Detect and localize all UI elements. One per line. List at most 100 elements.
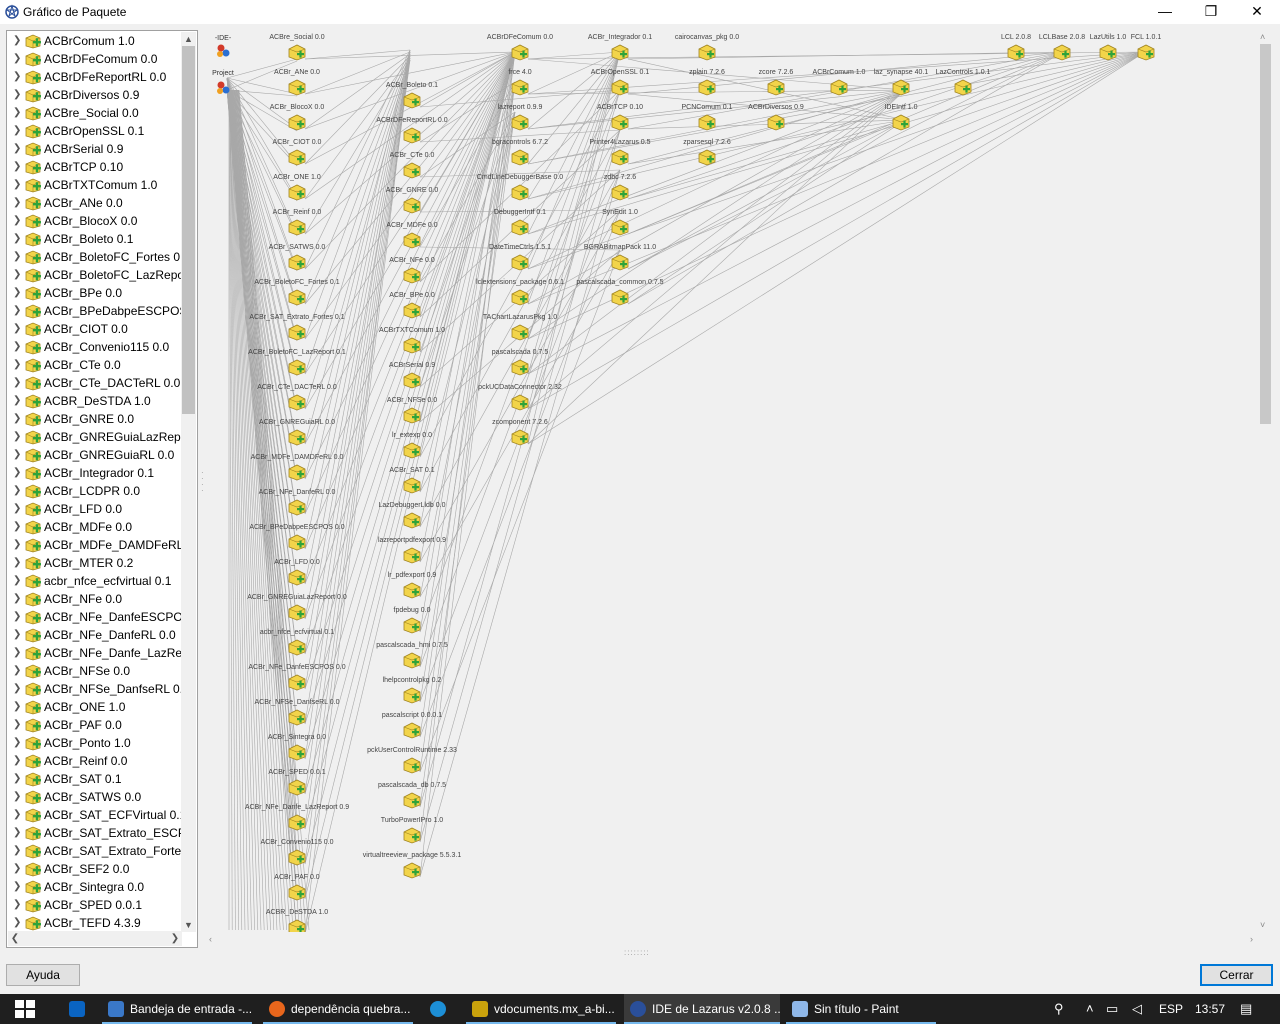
chevron-right-icon[interactable]: ❯ xyxy=(13,665,21,676)
package-node-icon[interactable] xyxy=(611,254,629,271)
chevron-right-icon[interactable]: ❯ xyxy=(13,827,21,838)
package-node-icon[interactable] xyxy=(288,499,306,516)
tree-item[interactable]: ❯ ACBr_SAT_Extrato_Fortes ( xyxy=(7,842,183,860)
tree-item[interactable]: ❯ ACBrTXTComum 1.0 xyxy=(7,176,183,194)
tree-item[interactable]: ❯ ACBr_PAF 0.0 xyxy=(7,716,183,734)
scroll-right-icon[interactable]: › xyxy=(1250,934,1253,944)
tree-item[interactable]: ❯ ACBr_GNRE 0.0 xyxy=(7,410,183,428)
close-button[interactable]: Cerrar xyxy=(1200,964,1273,986)
chevron-right-icon[interactable]: ❯ xyxy=(13,899,21,910)
package-node-icon[interactable] xyxy=(403,652,421,669)
close-window-button[interactable]: ✕ xyxy=(1234,0,1280,24)
package-node-icon[interactable] xyxy=(767,114,785,131)
chevron-right-icon[interactable]: ❯ xyxy=(13,503,21,514)
package-node-icon[interactable] xyxy=(611,289,629,306)
tree-item[interactable]: ❯ ACBr_ONE 1.0 xyxy=(7,698,183,716)
tree-item[interactable]: ❯ ACBr_Sintegra 0.0 xyxy=(7,878,183,896)
scroll-left-icon[interactable]: ❮ xyxy=(8,931,22,946)
package-node-icon[interactable] xyxy=(403,757,421,774)
package-node-icon[interactable] xyxy=(288,184,306,201)
clock[interactable]: 13:57 xyxy=(1195,994,1225,1024)
chevron-right-icon[interactable]: ❯ xyxy=(13,179,21,190)
chevron-right-icon[interactable]: ❯ xyxy=(13,359,21,370)
root-node-icon[interactable] xyxy=(217,44,230,58)
chevron-right-icon[interactable]: ❯ xyxy=(13,107,21,118)
tree-item[interactable]: ❯ ACBr_SEF2 0.0 xyxy=(7,860,183,878)
package-node-icon[interactable] xyxy=(288,919,306,932)
chevron-right-icon[interactable]: ❯ xyxy=(13,449,21,460)
graph-vertical-scrollbar[interactable]: ˄ ˅ xyxy=(1257,30,1274,932)
dependency-graph-canvas[interactable]: -IDE- Project ACBre_Social 0.0 ACBr_ANe 0.0… xyxy=(205,30,1257,932)
tree-item[interactable]: ❯ ACBr_Boleto 0.1 xyxy=(7,230,183,248)
chevron-right-icon[interactable]: ❯ xyxy=(13,683,21,694)
splitter-grip[interactable]: · · · · xyxy=(201,469,204,500)
package-node-icon[interactable] xyxy=(403,617,421,634)
package-node-icon[interactable] xyxy=(1137,44,1155,61)
package-node-icon[interactable] xyxy=(611,184,629,201)
tree-item[interactable]: ❯ ACBrOpenSSL 0.1 xyxy=(7,122,183,140)
chevron-right-icon[interactable]: ❯ xyxy=(13,557,21,568)
chevron-right-icon[interactable]: ❯ xyxy=(13,323,21,334)
tree-item[interactable]: ❯ ACBr_BoletoFC_Fortes 0.1 xyxy=(7,248,183,266)
chevron-right-icon[interactable]: ❯ xyxy=(13,377,21,388)
chevron-right-icon[interactable]: ❯ xyxy=(13,125,21,136)
taskbar-item-firefox[interactable]: dependência quebra... xyxy=(263,994,413,1024)
chevron-right-icon[interactable]: ❯ xyxy=(13,773,21,784)
tree-item[interactable]: ❯ ACBrComum 1.0 xyxy=(7,32,183,50)
tree-item[interactable]: ❯ ACBr_SAT 0.1 xyxy=(7,770,183,788)
scroll-down-icon[interactable]: ˅ xyxy=(1260,920,1265,930)
tree-item[interactable]: ❯ ACBr_CIOT 0.0 xyxy=(7,320,183,338)
chevron-right-icon[interactable]: ❯ xyxy=(13,809,21,820)
package-node-icon[interactable] xyxy=(288,429,306,446)
package-node-icon[interactable] xyxy=(288,569,306,586)
tree-item[interactable]: ❯ ACBr_NFe 0.0 xyxy=(7,590,183,608)
package-node-icon[interactable] xyxy=(511,429,529,446)
chevron-right-icon[interactable]: ❯ xyxy=(13,791,21,802)
chevron-right-icon[interactable]: ❯ xyxy=(13,539,21,550)
package-node-icon[interactable] xyxy=(288,324,306,341)
chevron-right-icon[interactable]: ❯ xyxy=(13,845,21,856)
tree-item[interactable]: ❯ ACBr_Reinf 0.0 xyxy=(7,752,183,770)
graph-horizontal-scrollbar[interactable]: ‹ › xyxy=(205,932,1257,948)
taskbar-item-paint[interactable]: Sin título - Paint xyxy=(786,994,936,1024)
tree-item[interactable]: ❯ ACBr_Ponto 1.0 xyxy=(7,734,183,752)
package-node-icon[interactable] xyxy=(288,44,306,61)
minimize-button[interactable]: — xyxy=(1142,0,1188,24)
outlook-taskbar-icon[interactable] xyxy=(62,994,92,1024)
chevron-right-icon[interactable]: ❯ xyxy=(13,233,21,244)
package-node-icon[interactable] xyxy=(1053,44,1071,61)
tree-item[interactable]: ❯ ACBr_MDFe 0.0 xyxy=(7,518,183,536)
tree-horizontal-scrollbar[interactable]: ❮ ❯ xyxy=(8,931,182,946)
scroll-up-icon[interactable]: ˄ xyxy=(1260,32,1265,42)
tree-item[interactable]: ❯ ACBrDiversos 0.9 xyxy=(7,86,183,104)
tree-item[interactable]: ❯ ACBr_NFSe 0.0 xyxy=(7,662,183,680)
scroll-up-icon[interactable]: ▲ xyxy=(181,32,196,46)
tree-item[interactable]: ❯ ACBrTCP 0.10 xyxy=(7,158,183,176)
tree-item[interactable]: ❯ acbr_nfce_ecfvirtual 0.1 xyxy=(7,572,183,590)
chevron-right-icon[interactable]: ❯ xyxy=(13,287,21,298)
package-node-icon[interactable] xyxy=(288,289,306,306)
chevron-right-icon[interactable]: ❯ xyxy=(13,611,21,622)
chevron-right-icon[interactable]: ❯ xyxy=(13,89,21,100)
package-node-icon[interactable] xyxy=(403,792,421,809)
tree-item[interactable]: ❯ ACBr_SATWS 0.0 xyxy=(7,788,183,806)
help-button[interactable]: Ayuda xyxy=(6,964,80,986)
package-node-icon[interactable] xyxy=(611,44,629,61)
taskbar-item-pdf[interactable]: vdocuments.mx_a-bi... xyxy=(466,994,616,1024)
tree-item[interactable]: ❯ ACBr_LCDPR 0.0 xyxy=(7,482,183,500)
chevron-right-icon[interactable]: ❯ xyxy=(13,395,21,406)
package-tree-panel[interactable]: ❯ ACBrComum 1.0 ❯ ACBrDFeComum 0.0 ❯ ACBrDFeR… xyxy=(6,30,198,948)
tree-item[interactable]: ❯ ACBr_Convenio115 0.0 xyxy=(7,338,183,356)
chevron-right-icon[interactable]: ❯ xyxy=(13,341,21,352)
tree-item[interactable]: ❯ ACBr_LFD 0.0 xyxy=(7,500,183,518)
package-node-icon[interactable] xyxy=(288,149,306,166)
chevron-right-icon[interactable]: ❯ xyxy=(13,737,21,748)
tree-item[interactable]: ❯ ACBrDFeComum 0.0 xyxy=(7,50,183,68)
volume-icon[interactable]: ◁ xyxy=(1132,1001,1142,1017)
package-node-icon[interactable] xyxy=(403,862,421,879)
tree-item[interactable]: ❯ ACBr_TEFD 4.3.9 xyxy=(7,914,183,932)
chevron-right-icon[interactable]: ❯ xyxy=(13,215,21,226)
chevron-right-icon[interactable]: ❯ xyxy=(13,881,21,892)
package-node-icon[interactable] xyxy=(830,79,848,96)
package-graph[interactable]: -IDE- Project ACBre_Social 0.0 ACBr_ANe 0.0… xyxy=(205,30,1275,948)
